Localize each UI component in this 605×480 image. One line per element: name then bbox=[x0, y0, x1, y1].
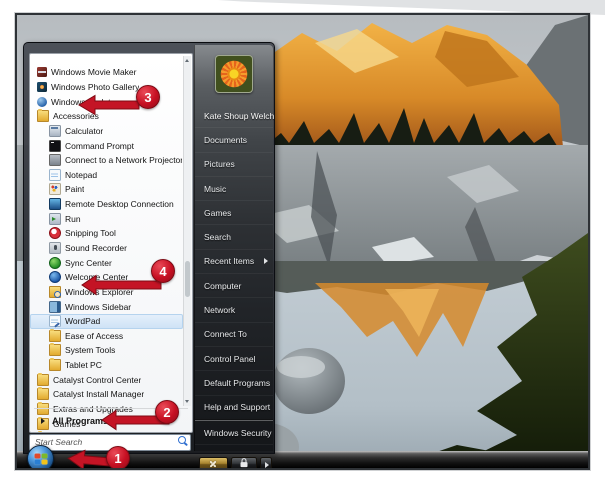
folder-icon bbox=[49, 328, 61, 342]
sync-center-icon bbox=[49, 256, 61, 269]
user-avatar[interactable] bbox=[215, 55, 253, 93]
step-badge-1: 1 bbox=[106, 446, 130, 468]
scroll-up-icon[interactable] bbox=[184, 56, 191, 65]
lock-icon bbox=[240, 458, 248, 468]
start-menu-item-sound-recorder[interactable]: Sound Recorder bbox=[30, 241, 183, 256]
start-button[interactable] bbox=[27, 445, 54, 468]
start-menu-item-computer[interactable]: Computer bbox=[195, 274, 273, 299]
start-menu-item-windows-explorer[interactable]: Windows Explorer bbox=[30, 285, 183, 300]
start-menu-item-recent-items[interactable]: Recent Items bbox=[195, 250, 273, 275]
movie-maker-icon bbox=[37, 67, 47, 78]
start-menu-programs-panel: Windows Movie Maker Windows Photo Galler… bbox=[29, 53, 193, 433]
folder-icon bbox=[37, 109, 49, 123]
notepad-icon bbox=[49, 168, 61, 181]
search-icon bbox=[178, 436, 186, 444]
desktop-screenshot: Windows Movie Maker Windows Photo Galler… bbox=[15, 13, 590, 470]
start-menu-item-help-and-support[interactable]: Help and Support bbox=[195, 396, 273, 420]
start-menu-item-network[interactable]: Network bbox=[195, 298, 273, 323]
programs-scrollbar[interactable] bbox=[183, 56, 191, 406]
paint-icon bbox=[49, 183, 61, 196]
folder-icon bbox=[49, 343, 61, 357]
start-menu-item-calculator[interactable]: Calculator bbox=[30, 124, 183, 139]
start-menu-item-connect-to[interactable]: Connect To bbox=[195, 323, 273, 347]
folder-icon bbox=[49, 358, 61, 372]
start-menu-item-catalyst-control-center[interactable]: Catalyst Control Center bbox=[30, 372, 183, 387]
start-menu-item-default-programs[interactable]: Default Programs bbox=[195, 371, 273, 396]
start-menu-item-music[interactable]: Music bbox=[195, 177, 273, 202]
start-menu-item-pictures[interactable]: Pictures bbox=[195, 153, 273, 177]
start-menu-item-tablet-pc[interactable]: Tablet PC bbox=[30, 358, 183, 373]
start-menu-item-games-link[interactable]: Games bbox=[195, 201, 273, 226]
welcome-center-icon bbox=[49, 271, 61, 284]
step-badge-4: 4 bbox=[151, 259, 175, 283]
all-programs-arrow-icon bbox=[41, 418, 45, 424]
folder-icon bbox=[37, 372, 49, 386]
power-options-button[interactable] bbox=[260, 457, 272, 468]
power-button-row bbox=[194, 455, 272, 468]
start-menu-item-wordpad[interactable]: WordPad bbox=[30, 313, 183, 329]
step-badge-2: 2 bbox=[155, 400, 179, 424]
start-menu-item-command-prompt[interactable]: Command Prompt bbox=[30, 138, 183, 153]
start-menu-item-windows-movie-maker[interactable]: Windows Movie Maker bbox=[30, 65, 183, 80]
programs-list: Windows Movie Maker Windows Photo Galler… bbox=[30, 65, 183, 432]
shutdown-button[interactable] bbox=[199, 457, 228, 468]
sound-recorder-icon bbox=[49, 242, 61, 254]
remote-desktop-icon bbox=[49, 198, 61, 211]
start-menu-item-windows-update[interactable]: Windows Update bbox=[30, 94, 183, 109]
start-menu-item-catalyst-install-manager[interactable]: Catalyst Install Manager bbox=[30, 387, 183, 402]
start-menu-item-notepad[interactable]: Notepad bbox=[30, 167, 183, 182]
step-badge-3: 3 bbox=[136, 85, 160, 109]
start-menu-item-remote-desktop-connection[interactable]: Remote Desktop Connection bbox=[30, 197, 183, 212]
windows-logo-icon bbox=[34, 453, 47, 464]
run-icon bbox=[49, 212, 61, 225]
flyout-arrow-icon bbox=[264, 258, 268, 265]
wordpad-icon bbox=[49, 315, 61, 328]
start-menu-item-connect-to-a-network-projector[interactable]: Connect to a Network Projector bbox=[30, 153, 183, 168]
start-menu-item-snipping-tool[interactable]: Snipping Tool bbox=[30, 226, 183, 241]
photo-gallery-icon bbox=[37, 81, 47, 92]
start-menu-item-run[interactable]: Run bbox=[30, 211, 183, 226]
start-menu-item-paint[interactable]: Paint bbox=[30, 182, 183, 197]
start-menu-item-accessories[interactable]: Accessories bbox=[30, 109, 183, 124]
start-menu-item-windows-sidebar[interactable]: Windows Sidebar bbox=[30, 299, 183, 314]
start-menu-item-windows-security[interactable]: Windows Security bbox=[195, 419, 273, 446]
start-menu-item-documents[interactable]: Documents bbox=[195, 128, 273, 153]
start-menu-right-panel: Kate Shoup Welch Documents Pictures Musi… bbox=[194, 45, 274, 451]
scrollbar-thumb[interactable] bbox=[184, 261, 190, 297]
start-menu-item-ease-of-access[interactable]: Ease of Access bbox=[30, 328, 183, 344]
folder-icon bbox=[37, 387, 49, 401]
start-menu-item-system-tools[interactable]: System Tools bbox=[30, 343, 183, 358]
lock-button[interactable] bbox=[230, 457, 258, 468]
start-menu-item-search[interactable]: Search bbox=[195, 225, 273, 250]
start-menu-item-windows-photo-gallery[interactable]: Windows Photo Gallery bbox=[30, 80, 183, 95]
snipping-tool-icon bbox=[49, 227, 61, 240]
calculator-icon bbox=[49, 124, 61, 137]
windows-explorer-icon bbox=[49, 285, 61, 298]
projector-icon bbox=[49, 154, 61, 167]
scroll-down-icon[interactable] bbox=[184, 397, 191, 406]
search-box bbox=[29, 432, 191, 451]
windows-sidebar-icon bbox=[49, 300, 61, 313]
command-prompt-icon bbox=[49, 139, 61, 152]
windows-update-icon bbox=[37, 96, 47, 107]
user-name: Kate Shoup Welch bbox=[195, 104, 274, 129]
start-menu-item-control-panel[interactable]: Control Panel bbox=[195, 347, 273, 372]
